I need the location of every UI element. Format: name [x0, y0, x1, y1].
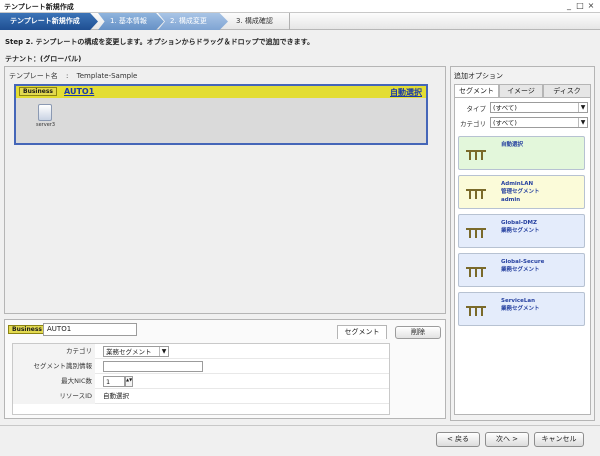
option-card[interactable]: Global-DMZ 業務セグメント	[458, 214, 585, 248]
step-config-confirm: 3. 構成確認	[224, 13, 290, 30]
cancel-button[interactable]: キャンセル	[534, 432, 584, 447]
network-segment-icon	[465, 227, 487, 241]
filter-value: (すべて)	[493, 119, 517, 127]
option-card-line: 業務セグメント	[501, 228, 540, 234]
server-label: server3	[36, 122, 56, 128]
segment-id-input[interactable]	[103, 361, 203, 372]
step-config-change: 2. 構成変更	[158, 13, 228, 30]
tab-segment[interactable]: セグメント	[337, 325, 387, 339]
prop-row-category: カテゴリ 業務セグメント ▼	[13, 344, 389, 359]
resource-id-value: 自動選択	[103, 392, 129, 400]
business-badge: Business	[19, 87, 57, 96]
category-filter: カテゴリ (すべて) ▼	[458, 117, 588, 129]
filter-value: (すべて)	[493, 104, 517, 112]
template-name-value: Template-Sample	[76, 72, 138, 80]
tenant-label: テナント：(グローバル)	[5, 55, 82, 63]
option-card-line: admin	[501, 197, 521, 203]
server-node[interactable]: server3	[36, 104, 56, 128]
network-segment-icon	[465, 305, 487, 319]
wizard-steps: テンプレート新規作成 1. 基本情報 2. 構成変更 3. 構成確認	[0, 13, 600, 30]
segment-name-input[interactable]: AUTO1	[43, 323, 137, 336]
stepper-arrows-icon[interactable]: ▲▼	[125, 376, 133, 387]
option-card-line: 管理セグメント	[501, 189, 540, 195]
close-icon[interactable]: ×	[586, 1, 596, 11]
tab-image-options[interactable]: イメージ	[499, 84, 543, 97]
network-segment-icon	[465, 188, 487, 202]
business-segment-name-link[interactable]: AUTO1	[64, 87, 94, 96]
network-segment-icon	[465, 266, 487, 280]
window-title: テンプレート新規作成	[4, 3, 74, 11]
prop-label: 最大NIC数	[13, 374, 95, 389]
prop-label: カテゴリ	[13, 344, 95, 359]
option-card-line: 業務セグメント	[501, 306, 540, 312]
step-basic-info: 1. 基本情報	[98, 13, 164, 30]
template-canvas[interactable]: テンプレート名 : Template-Sample Business AUTO1…	[4, 66, 446, 314]
prop-row-segment-id: セグメント識別情報	[13, 359, 389, 374]
wizard-title-step: テンプレート新規作成	[0, 13, 98, 30]
option-card[interactable]: Global-Secure 業務セグメント	[458, 253, 585, 287]
business-segment-header: Business AUTO1 自動選択	[16, 86, 426, 98]
maximize-icon[interactable]: □	[575, 1, 585, 11]
type-filter-select[interactable]: (すべて) ▼	[490, 102, 588, 113]
delete-button[interactable]: 削除	[395, 326, 441, 339]
template-name-row: テンプレート名 : Template-Sample	[9, 71, 137, 81]
tab-segment-options[interactable]: セグメント	[454, 84, 499, 97]
prop-row-max-nic: 最大NIC数 1 ▲▼	[13, 374, 389, 389]
segment-details-panel: Business AUTO1 セグメント 削除 カテゴリ 業務セグメント ▼ セ…	[4, 319, 446, 419]
options-title: 追加オプション	[454, 72, 503, 80]
option-card[interactable]: AdminLAN 管理セグメント admin	[458, 175, 585, 209]
chevron-down-icon: ▼	[578, 103, 587, 112]
category-filter-select[interactable]: (すべて) ▼	[490, 117, 588, 128]
option-card-line: Global-DMZ	[501, 220, 538, 226]
business-segment-box[interactable]: Business AUTO1 自動選択 server3	[14, 84, 428, 145]
filter-label: タイプ	[466, 105, 487, 113]
option-card[interactable]: 自動選択	[458, 136, 585, 170]
add-options-panel: 追加オプション セグメント イメージ ディスク タイプ (すべて) ▼ カテゴリ…	[450, 66, 595, 421]
option-card-line: 業務セグメント	[501, 267, 540, 273]
option-card-line: 自動選択	[501, 142, 524, 148]
option-card-line: ServiceLan	[501, 298, 535, 304]
template-name-separator: :	[66, 72, 69, 80]
chevron-down-icon: ▼	[578, 118, 587, 127]
server-icon	[38, 104, 52, 121]
prop-label: リソースID	[13, 389, 95, 404]
option-card-text: Global-Secure 業務セグメント	[501, 258, 544, 274]
option-card-text: AdminLAN 管理セグメント admin	[501, 180, 540, 204]
auto-select-link[interactable]: 自動選択	[390, 87, 422, 98]
tab-disk-options[interactable]: ディスク	[543, 84, 591, 97]
option-card-line: AdminLAN	[501, 181, 534, 187]
instruction-text: Step 2. テンプレートの構成を変更します。オプションからドラッグ＆ドロップ…	[5, 38, 314, 46]
next-button[interactable]: 次へ >	[485, 432, 529, 447]
window-titlebar: テンプレート新規作成 _ □ ×	[0, 0, 600, 13]
footer-divider	[0, 425, 600, 426]
chevron-down-icon: ▼	[159, 347, 168, 356]
filter-label: カテゴリ	[460, 120, 486, 128]
option-card[interactable]: ServiceLan 業務セグメント	[458, 292, 585, 326]
option-card-text: Global-DMZ 業務セグメント	[501, 219, 540, 235]
type-filter: タイプ (すべて) ▼	[458, 102, 588, 114]
option-card-text: 自動選択	[501, 141, 523, 149]
options-list: タイプ (すべて) ▼ カテゴリ (すべて) ▼ 自動選択 AdminLAN 管理セ…	[454, 97, 591, 415]
template-name-label: テンプレート名	[9, 72, 58, 80]
category-select-value: 業務セグメント	[106, 348, 152, 356]
prop-row-resource-id: リソースID 自動選択	[13, 389, 389, 404]
details-business-badge: Business	[8, 325, 46, 334]
max-nic-value: 1	[106, 378, 111, 386]
option-card-text: ServiceLan 業務セグメント	[501, 297, 540, 313]
network-segment-icon	[465, 149, 487, 163]
back-button[interactable]: < 戻る	[436, 432, 480, 447]
segment-properties-table: カテゴリ 業務セグメント ▼ セグメント識別情報 最大NIC数 1 ▲▼ リソー…	[12, 343, 390, 415]
option-card-line: Global-Secure	[501, 259, 545, 265]
minimize-icon[interactable]: _	[564, 1, 574, 11]
prop-label: セグメント識別情報	[13, 359, 95, 374]
category-select[interactable]: 業務セグメント ▼	[103, 346, 169, 357]
max-nic-stepper[interactable]: 1 ▲▼	[103, 376, 133, 387]
